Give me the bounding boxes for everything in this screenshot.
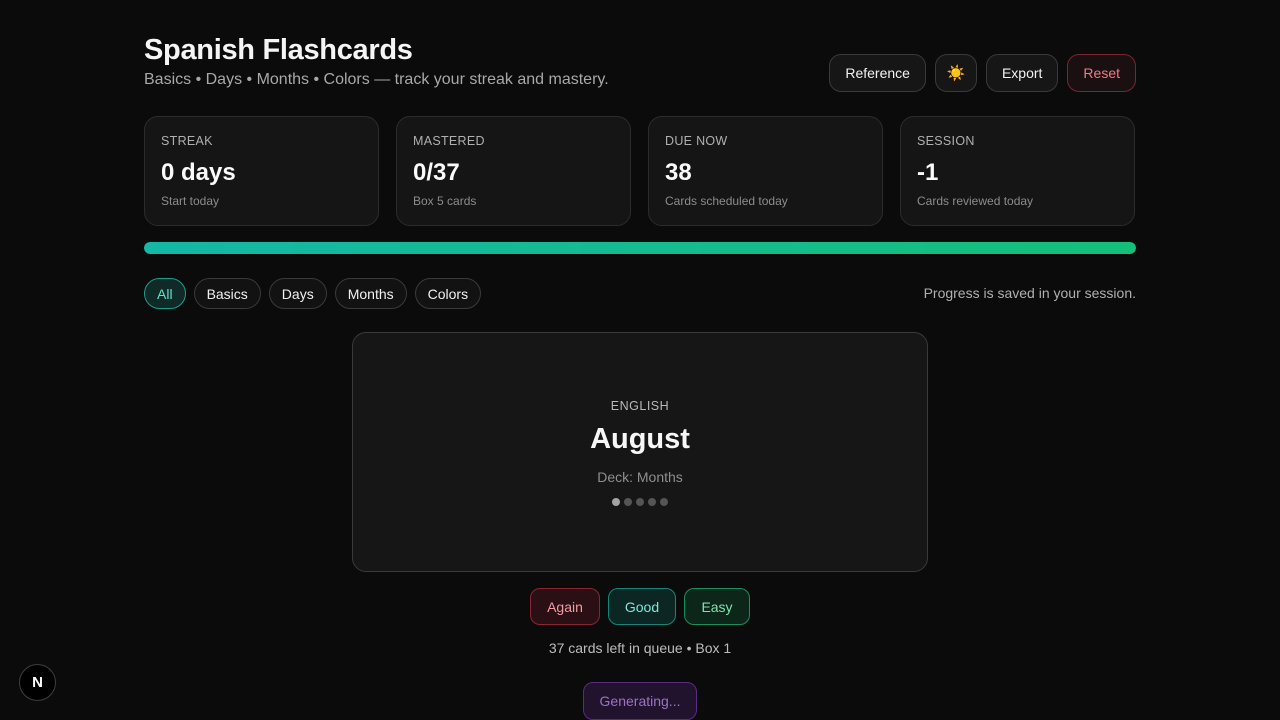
export-button[interactable]: Export <box>985 54 1059 92</box>
box-level-dot <box>612 498 620 506</box>
flashcard[interactable]: ENGLISH August Deck: Months <box>352 332 928 572</box>
sun-icon: ☀️ <box>946 65 966 82</box>
filter-chip-basics[interactable]: Basics <box>193 278 261 309</box>
box-level-dot <box>636 498 644 506</box>
stat-label: MASTERED <box>413 134 485 148</box>
filter-chip-days[interactable]: Days <box>268 278 327 309</box>
again-button[interactable]: Again <box>530 588 600 625</box>
filter-chip-colors[interactable]: Colors <box>414 278 482 309</box>
n-logo-icon[interactable]: N <box>19 664 56 701</box>
stat-label: STREAK <box>161 134 213 148</box>
deck-filter-chips: All Basics Days Months Colors <box>144 278 482 309</box>
reference-button[interactable]: Reference <box>829 54 926 92</box>
stat-label: SESSION <box>917 134 975 148</box>
box-level-dot <box>660 498 668 506</box>
card-deck-label: Deck: Months <box>597 469 683 485</box>
filter-chip-all[interactable]: All <box>144 278 186 309</box>
box-level-dot <box>648 498 656 506</box>
stat-card-streak: STREAK 0 days Start today <box>144 116 379 226</box>
app-container: Spanish Flashcards Basics • Days • Month… <box>144 0 1136 720</box>
header-actions: Reference ☀️ Export Reset <box>829 54 1136 92</box>
stat-value: 0/37 <box>413 159 460 186</box>
theme-toggle-button[interactable]: ☀️ <box>934 54 977 92</box>
stat-value: -1 <box>917 159 939 186</box>
progress-bar <box>144 242 1136 254</box>
easy-button[interactable]: Easy <box>684 588 750 625</box>
generating-button[interactable]: Generating... <box>583 682 697 720</box>
stat-sub: Cards reviewed today <box>917 194 1034 208</box>
progress-bar-fill <box>144 242 1136 254</box>
good-button[interactable]: Good <box>608 588 676 625</box>
queue-status: 37 cards left in queue • Box 1 <box>548 640 732 656</box>
card-word: August <box>590 423 690 455</box>
reset-button[interactable]: Reset <box>1067 54 1136 92</box>
card-language-label: ENGLISH <box>610 399 670 413</box>
stat-value: 38 <box>665 159 692 186</box>
grade-buttons: Again Good Easy <box>530 588 750 625</box>
stat-value: 0 days <box>161 159 236 186</box>
stat-card-session: SESSION -1 Cards reviewed today <box>900 116 1135 226</box>
box-level-dot <box>624 498 632 506</box>
stat-label: DUE NOW <box>665 134 728 148</box>
stats-row: STREAK 0 days Start today MASTERED 0/37 … <box>144 116 1136 226</box>
saved-note: Progress is saved in your session. <box>923 285 1136 301</box>
box-level-dots <box>353 498 927 506</box>
stat-card-mastered: MASTERED 0/37 Box 5 cards <box>396 116 631 226</box>
stat-card-due-now: DUE NOW 38 Cards scheduled today <box>648 116 883 226</box>
stat-sub: Start today <box>161 194 220 208</box>
filter-chip-months[interactable]: Months <box>334 278 407 309</box>
stat-sub: Cards scheduled today <box>665 194 788 208</box>
page-header: Spanish Flashcards Basics • Days • Month… <box>144 32 1136 92</box>
stat-sub: Box 5 cards <box>413 194 477 208</box>
